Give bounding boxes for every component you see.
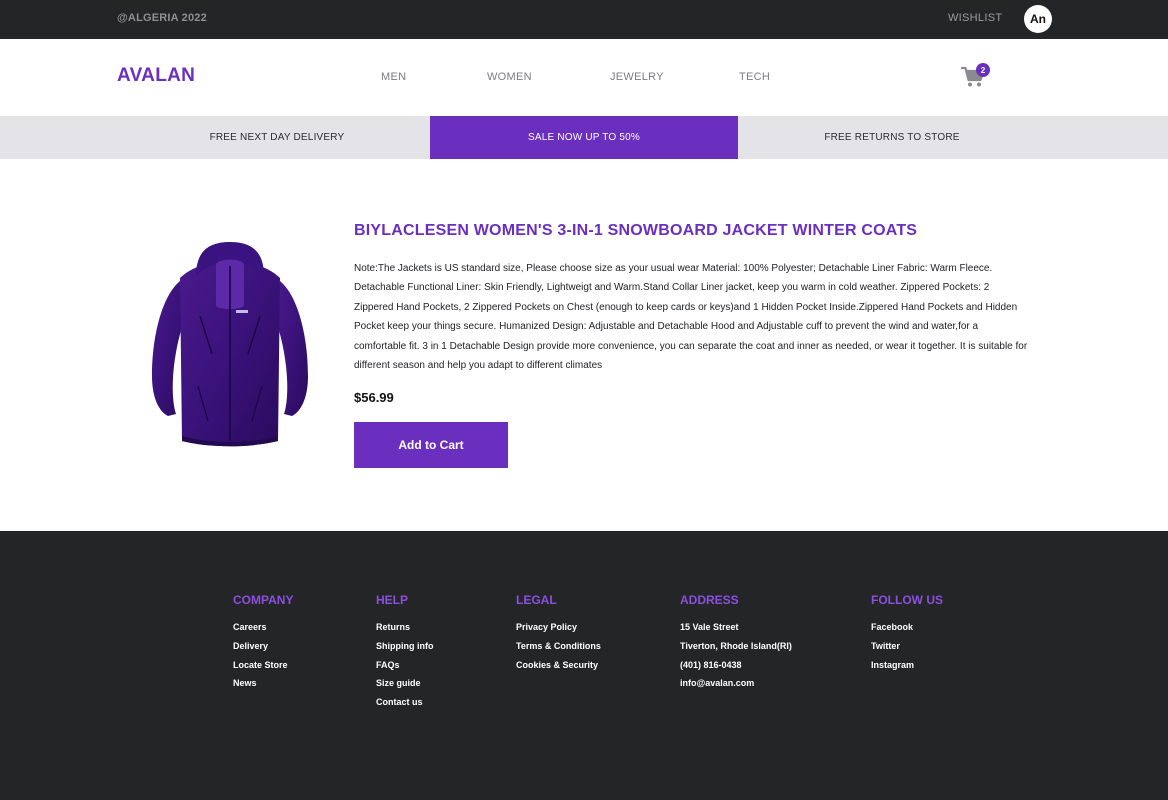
promo-free-returns: FREE RETURNS TO STORE bbox=[824, 132, 960, 143]
cart-count-badge: 2 bbox=[976, 63, 990, 77]
footer-link-shipping-info[interactable]: Shipping info bbox=[376, 637, 434, 656]
footer-link-news[interactable]: News bbox=[233, 674, 293, 693]
footer-link-facebook[interactable]: Facebook bbox=[871, 618, 943, 637]
promo-free-delivery: FREE NEXT DAY DELIVERY bbox=[209, 132, 345, 143]
footer-link-locate-store[interactable]: Locate Store bbox=[233, 656, 293, 675]
address-street: 15 Vale Street bbox=[680, 622, 739, 632]
footer-link-twitter[interactable]: Twitter bbox=[871, 637, 943, 656]
address-phone: (401) 816-0438 bbox=[680, 659, 742, 670]
product-title: BIYLACLESEN WOMEN'S 3-IN-1 SNOWBOARD JAC… bbox=[354, 222, 918, 239]
product-image bbox=[152, 242, 308, 447]
footer-link-careers[interactable]: Careers bbox=[233, 618, 293, 637]
main-nav: AVALAN MEN WOMEN JEWELRY TECH 2 bbox=[0, 39, 1168, 116]
footer-link-instagram[interactable]: Instagram bbox=[871, 656, 943, 675]
footer-link-privacy-policy[interactable]: Privacy Policy bbox=[516, 618, 601, 637]
footer-legal: LEGAL Privacy Policy Terms & Conditions … bbox=[516, 593, 601, 674]
add-to-cart-button[interactable]: Add to Cart bbox=[354, 422, 508, 468]
footer-link-returns[interactable]: Returns bbox=[376, 618, 434, 637]
footer-link-terms[interactable]: Terms & Conditions bbox=[516, 637, 601, 656]
address-city: Tiverton, Rhode Island(RI) bbox=[680, 640, 792, 651]
footer-help-heading: HELP bbox=[376, 593, 409, 607]
footer-legal-heading: LEGAL bbox=[516, 593, 557, 607]
top-bar: @ALGERIA 2022 WISHLIST An bbox=[0, 0, 1168, 39]
footer-link-size-guide[interactable]: Size guide bbox=[376, 674, 434, 693]
footer-follow-heading: FOLLOW US bbox=[871, 593, 943, 607]
product-description: Note:The Jackets is US standard size, Pl… bbox=[354, 263, 1028, 372]
address-email-link[interactable]: info@avalan.com bbox=[680, 674, 792, 693]
copyright-text: @ALGERIA 2022 bbox=[117, 12, 207, 24]
footer-link-contact-us[interactable]: Contact us bbox=[376, 693, 434, 712]
footer-follow: FOLLOW US Facebook Twitter Instagram bbox=[871, 593, 943, 674]
brand-logo[interactable]: AVALAN bbox=[117, 65, 195, 87]
footer-address-heading: ADDRESS bbox=[680, 593, 739, 607]
avatar[interactable]: An bbox=[1024, 5, 1052, 33]
promo-strip: FREE NEXT DAY DELIVERY SALE NOW UP TO 50… bbox=[0, 116, 1168, 159]
footer-company-heading: COMPANY bbox=[233, 593, 294, 607]
nav-link-tech[interactable]: TECH bbox=[739, 71, 770, 83]
nav-link-men[interactable]: MEN bbox=[381, 71, 406, 83]
footer: COMPANY Careers Delivery Locate Store Ne… bbox=[0, 531, 1168, 800]
nav-link-jewelry[interactable]: JEWELRY bbox=[610, 71, 664, 83]
footer-link-faqs[interactable]: FAQs bbox=[376, 656, 434, 675]
footer-address: ADDRESS 15 Vale Street Tiverton, Rhode I… bbox=[680, 593, 792, 693]
footer-link-cookies[interactable]: Cookies & Security bbox=[516, 656, 601, 675]
footer-company: COMPANY Careers Delivery Locate Store Ne… bbox=[233, 593, 293, 693]
footer-help: HELP Returns Shipping info FAQs Size gui… bbox=[376, 593, 434, 712]
nav-link-women[interactable]: WOMEN bbox=[487, 71, 532, 83]
wishlist-link[interactable]: WISHLIST bbox=[948, 12, 1002, 24]
footer-link-delivery[interactable]: Delivery bbox=[233, 637, 293, 656]
product-price: $56.99 bbox=[354, 390, 394, 405]
promo-sale[interactable]: SALE NOW UP TO 50% bbox=[430, 116, 738, 159]
